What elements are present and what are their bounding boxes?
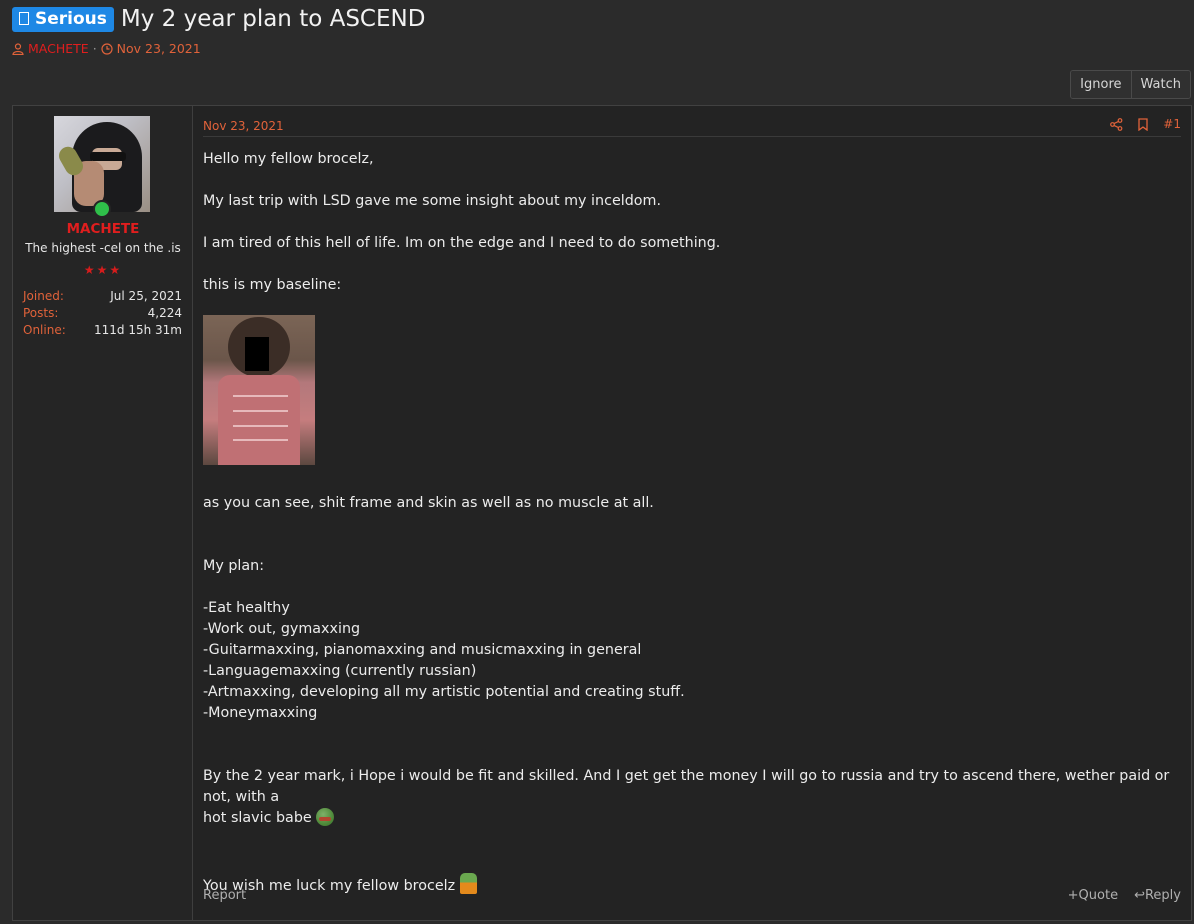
thread-date-link[interactable]: Nov 23, 2021 — [117, 41, 201, 56]
stat-label: Posts: — [23, 306, 59, 320]
share-icon[interactable] — [1110, 117, 1123, 131]
quote-label: Quote — [1078, 888, 1119, 903]
post-main: Nov 23, 2021 #1 Hello my fellow brocelz,… — [193, 106, 1191, 920]
bookmark-icon[interactable] — [1137, 117, 1149, 131]
stat-label: Online: — [23, 323, 66, 337]
post-date-link[interactable]: Nov 23, 2021 — [203, 119, 284, 133]
watch-button[interactable]: Watch — [1130, 71, 1190, 98]
paragraph-two-year-line1: By the 2 year mark, i Hope i would be fi… — [203, 768, 1170, 805]
reply-icon: ↩ — [1134, 888, 1145, 903]
user-title: The highest -cel on the .is — [25, 241, 181, 255]
stat-joined: Joined: Jul 25, 2021 — [23, 289, 182, 306]
list-item: -Eat healthy — [203, 600, 290, 616]
paragraph-frame: as you can see, shit frame and skin as w… — [203, 495, 654, 511]
paragraph-greeting: Hello my fellow brocelz, — [203, 151, 374, 167]
prefix-label: Serious — [35, 8, 107, 29]
thread-title: My 2 year plan to ASCEND — [120, 6, 426, 32]
stat-posts: Posts: 4,224 — [23, 306, 182, 323]
post-footer-actions: +Quote ↩Reply — [1068, 888, 1181, 903]
paragraph-plan-heading: My plan: — [203, 558, 265, 574]
stat-value: 4,224 — [147, 306, 182, 320]
reply-button[interactable]: ↩Reply — [1134, 888, 1181, 903]
paragraph-two-year-line2: hot slavic babe — [203, 810, 312, 826]
report-link[interactable]: Report — [203, 888, 246, 903]
user-sidebar: MACHETE The highest -cel on the .is ★★★ … — [13, 106, 193, 920]
post-footer: Report +Quote ↩Reply — [203, 888, 1181, 906]
paragraph-lsd: My last trip with LSD gave me some insig… — [203, 193, 662, 209]
info-icon — [19, 12, 29, 25]
stat-label: Joined: — [23, 289, 64, 303]
stat-value: 111d 15h 31m — [94, 323, 182, 337]
quote-button[interactable]: +Quote — [1068, 888, 1118, 903]
prefix-badge[interactable]: Serious — [12, 6, 114, 32]
stat-online: Online: 111d 15h 31m — [23, 323, 182, 340]
list-item: -Artmaxxing, developing all my artistic … — [203, 684, 685, 700]
user-stats: Joined: Jul 25, 2021 Posts: 4,224 Online… — [23, 289, 182, 340]
list-item: -Moneymaxxing — [203, 705, 318, 721]
post-actions: #1 — [1110, 117, 1181, 131]
ignore-button[interactable]: Ignore — [1071, 71, 1131, 98]
paragraph-tired: I am tired of this hell of life. Im on t… — [203, 235, 721, 251]
thread-title-row: Serious My 2 year plan to ASCEND — [12, 6, 425, 32]
user-icon — [12, 42, 24, 55]
baseline-photo[interactable] — [203, 315, 315, 465]
list-item: -Work out, gymaxxing — [203, 621, 361, 637]
online-status-dot — [93, 200, 111, 218]
censor-bar — [245, 337, 269, 371]
paragraph-two-year: By the 2 year mark, i Hope i would be fi… — [203, 766, 1173, 829]
frog-emoji-icon — [316, 808, 335, 826]
thread-author-link[interactable]: MACHETE — [28, 41, 89, 56]
post-number-link[interactable]: #1 — [1163, 117, 1181, 131]
meta-separator: · — [92, 41, 97, 56]
username-link[interactable]: MACHETE — [13, 221, 193, 237]
list-item: -Languagemaxxing (currently russian) — [203, 663, 477, 679]
user-rank-stars: ★★★ — [83, 263, 123, 277]
plus-icon: + — [1067, 888, 1079, 903]
stat-value: Jul 25, 2021 — [110, 289, 182, 303]
avatar[interactable] — [54, 116, 150, 212]
thread-meta: MACHETE · Nov 23, 2021 — [12, 41, 201, 56]
clock-icon — [101, 42, 113, 55]
post-body: Hello my fellow brocelz, My last trip wi… — [203, 149, 1173, 897]
thread-button-group: Ignore Watch — [1070, 70, 1191, 99]
post-header: Nov 23, 2021 #1 — [203, 117, 1181, 137]
reply-label: Reply — [1144, 888, 1181, 903]
paragraph-baseline: this is my baseline: — [203, 277, 342, 293]
post-container: MACHETE The highest -cel on the .is ★★★ … — [12, 105, 1192, 921]
list-item: -Guitarmaxxing, pianomaxxing and musicma… — [203, 642, 642, 658]
plan-list: -Eat healthy -Work out, gymaxxing -Guita… — [203, 598, 1173, 724]
